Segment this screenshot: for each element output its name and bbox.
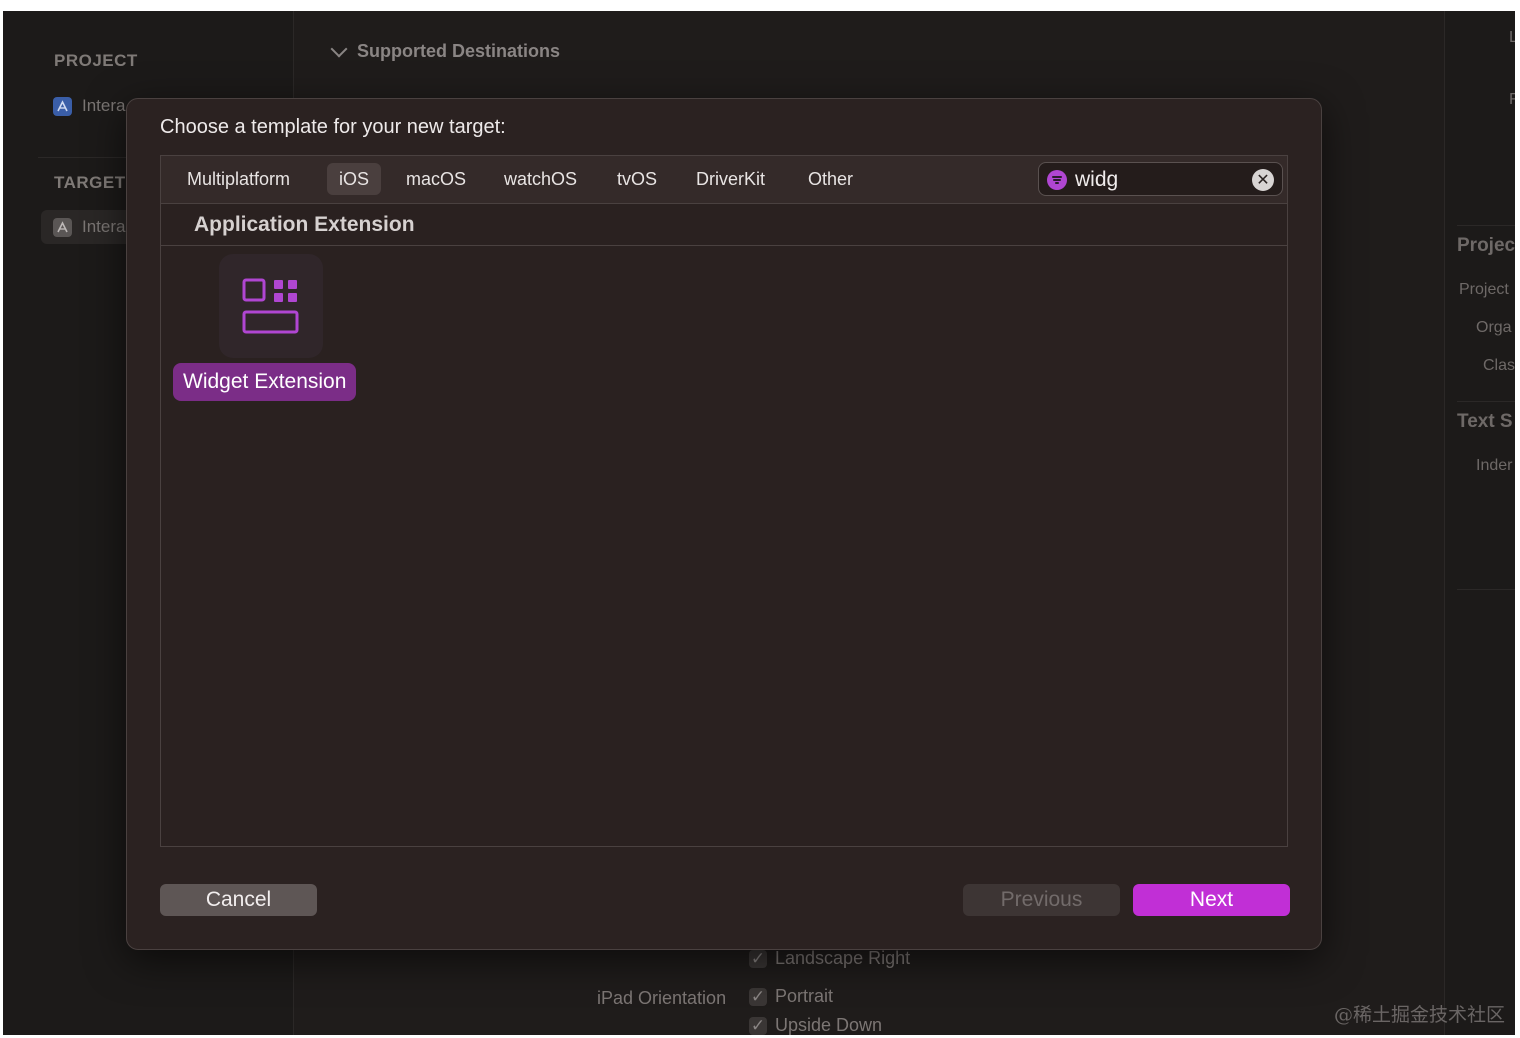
inspector-label: L (1509, 29, 1515, 46)
template-search-field[interactable]: ✕ (1038, 162, 1283, 197)
tab-watchos[interactable]: watchOS (492, 163, 589, 195)
tab-tvos[interactable]: tvOS (605, 163, 669, 195)
tab-ios[interactable]: iOS (327, 163, 382, 195)
xcode-window: PROJECT Intera TARGET Intera Supported D… (3, 11, 1515, 1035)
inspector-org-label: Orga (1476, 319, 1512, 336)
inspector-project-header: Projec (1457, 235, 1515, 256)
widget-extension-icon (219, 254, 323, 358)
template-section-header: Application Extension (161, 204, 1287, 246)
landscape-right-option[interactable]: ✓ Landscape Right (749, 948, 910, 969)
widget-extension-label: Widget Extension (173, 363, 357, 401)
target-app-icon (53, 217, 72, 237)
inspector-label: F (1509, 91, 1515, 108)
inspector-divider (1457, 589, 1515, 590)
inspector-text-settings-header: Text S (1457, 411, 1513, 432)
project-item-label: Intera (82, 96, 126, 115)
tab-macos[interactable]: macOS (394, 163, 478, 195)
ipad-orientation-label: iPad Orientation (597, 988, 727, 1008)
filter-icon (1047, 170, 1067, 190)
watermark: @稀土掘金技术社区 (1333, 1004, 1505, 1026)
portrait-label: Portrait (775, 986, 834, 1006)
targets-section-header: TARGET (54, 173, 126, 192)
section-title: Application Extension (194, 213, 415, 236)
next-button[interactable]: Next (1133, 884, 1290, 916)
template-browser: Multiplatform iOS macOS watchOS tvOS Dri… (160, 155, 1288, 847)
project-app-icon (53, 96, 72, 116)
target-item-label: Intera (82, 217, 126, 236)
previous-button[interactable]: Previous (963, 884, 1120, 916)
portrait-option[interactable]: ✓ Portrait (749, 986, 833, 1007)
inspector-divider (1457, 225, 1515, 226)
inspector-divider (1457, 401, 1515, 402)
widget-extension-template[interactable]: Widget Extension (173, 252, 369, 404)
search-input[interactable] (1073, 163, 1247, 197)
tab-driverkit[interactable]: DriverKit (684, 163, 777, 195)
checkbox-checked-icon: ✓ (749, 1015, 767, 1035)
chevron-down-icon (330, 40, 348, 57)
inspector-panel: L F Projec Project Orga Clas Text S Inde… (1444, 11, 1515, 1035)
inspector-project-label: Project (1459, 281, 1509, 298)
checkbox-checked-icon: ✓ (749, 986, 767, 1006)
landscape-right-label: Landscape Right (775, 948, 911, 968)
cancel-button[interactable]: Cancel (160, 884, 317, 916)
checkbox-checked-icon: ✓ (749, 948, 767, 968)
clear-search-icon[interactable]: ✕ (1252, 169, 1274, 191)
project-section-header: PROJECT (54, 51, 138, 70)
tab-other[interactable]: Other (796, 163, 865, 195)
tab-multiplatform[interactable]: Multiplatform (175, 163, 302, 195)
dialog-title: Choose a template for your new target: (160, 116, 506, 138)
platform-tab-bar: Multiplatform iOS macOS watchOS tvOS Dri… (161, 156, 1287, 204)
supported-destinations-label: Supported Destinations (357, 41, 561, 61)
inspector-indent-label: Inder (1476, 457, 1513, 474)
inspector-class-label: Clas (1483, 357, 1515, 374)
new-target-template-dialog: Choose a template for your new target: M… (126, 98, 1322, 950)
supported-destinations-header[interactable]: Supported Destinations (330, 40, 561, 62)
upside-down-option[interactable]: ✓ Upside Down (749, 1015, 882, 1035)
upside-down-label: Upside Down (775, 1015, 883, 1035)
